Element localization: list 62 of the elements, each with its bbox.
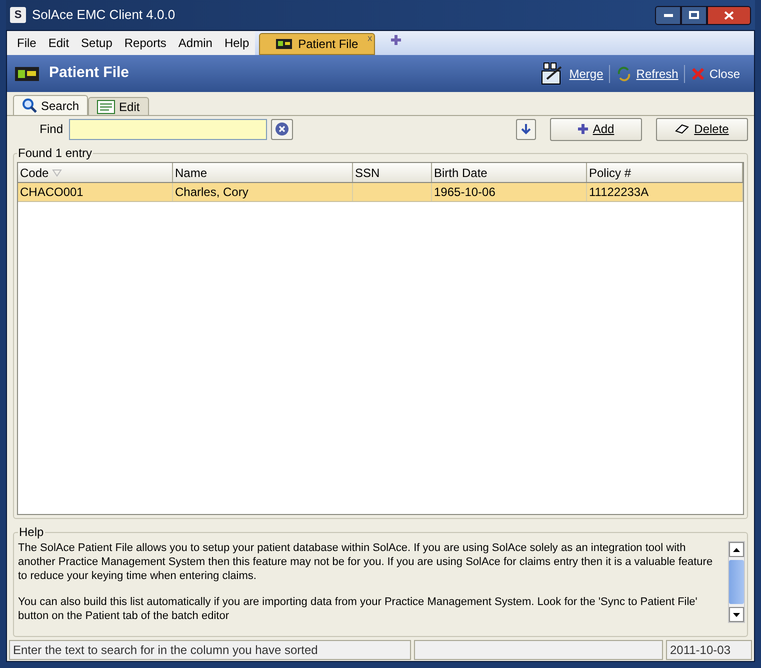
document-tab[interactable]: Patient File x: [259, 33, 376, 55]
eraser-icon: [675, 124, 690, 134]
tab[interactable]: Search: [13, 95, 88, 115]
arrow-down-icon: [521, 123, 531, 135]
form-icon: [97, 100, 116, 114]
header-title: Patient File: [49, 63, 130, 84]
help-paragraph: You can also build this list automatically if you are importing data from your Practice Management System. Look for the 'Sync to Patient File' button on the Patient tab of the batch editor: [18, 595, 698, 623]
scroll-up-button[interactable]: [729, 542, 744, 557]
table-row[interactable]: CHACO001 Charles, Cory 1965-10-06 11122233A: [18, 183, 743, 202]
find-field[interactable]: [69, 118, 267, 140]
card-icon: [276, 39, 292, 49]
menu-item[interactable]: Help: [218, 34, 256, 52]
close-button[interactable]: Close: [684, 64, 746, 82]
table-cell-text: 1965-10-06: [434, 184, 496, 201]
table-cell-text: Charles, Cory: [175, 184, 248, 201]
minimize-icon: [664, 14, 672, 16]
plus-icon[interactable]: [391, 35, 402, 45]
sort-icon: [52, 168, 62, 176]
minimize-button[interactable]: [655, 6, 681, 24]
menu-item[interactable]: Setup: [75, 34, 118, 52]
help-caption: Help: [18, 524, 45, 541]
column-header[interactable]: Birth Date: [432, 163, 587, 182]
menu-item[interactable]: File: [11, 34, 42, 52]
status-date: 2011-10-03: [666, 640, 752, 660]
clear-button[interactable]: [271, 118, 293, 140]
plus-icon: [578, 124, 588, 134]
merge-button[interactable]: Merge: [533, 60, 610, 86]
tab[interactable]: Edit: [88, 97, 149, 115]
clear-icon: [275, 122, 289, 136]
window-title: SolAce EMC Client 4.0.0: [32, 6, 176, 24]
close-icon: [724, 10, 734, 20]
find-label: Find: [38, 121, 64, 138]
column-header[interactable]: Code: [18, 163, 173, 182]
down-arrow-icon: [733, 612, 740, 616]
close-window-button[interactable]: [707, 6, 751, 24]
refresh-button[interactable]: Refresh: [609, 64, 684, 82]
table-cell-text: CHACO001: [20, 184, 84, 201]
delete-button[interactable]: Delete: [656, 118, 748, 140]
results-caption: Found 1 entry: [17, 145, 94, 162]
sort-down-button[interactable]: [516, 118, 536, 140]
close-icon: [691, 66, 706, 80]
document-tab-label: Patient File: [298, 36, 358, 53]
card-icon: [15, 66, 39, 80]
menu-item[interactable]: Reports: [118, 34, 172, 52]
column-header[interactable]: Policy #: [587, 163, 743, 182]
column-header[interactable]: SSN: [353, 163, 432, 182]
refresh-icon: [616, 66, 632, 82]
maximize-icon: [689, 11, 699, 19]
column-header[interactable]: Name: [173, 163, 353, 182]
scroll-down-button[interactable]: [729, 607, 744, 622]
tab-close[interactable]: x: [368, 32, 372, 46]
add-button[interactable]: Add: [550, 118, 642, 140]
search-icon: [22, 98, 37, 113]
help-paragraph: The SolAce Patient File allows you to setup your patient database within SolAce. If you are using SolAce solely as an integration tool with another Practice Management System then this feature may not be for you. If you are using SolAce for claims entry then it is a valuable feature to reduce your keying time when entering claims.: [18, 541, 714, 583]
menu-item[interactable]: Edit: [42, 34, 76, 52]
status-message: Enter the text to search for in the column you have sorted: [9, 640, 411, 660]
app-icon: S: [10, 7, 26, 23]
table-cell-text: 11122233A: [589, 184, 649, 201]
up-arrow-icon: [733, 548, 740, 552]
menu-item[interactable]: Admin: [172, 34, 218, 52]
maximize-button[interactable]: [681, 6, 707, 24]
scrollbar[interactable]: [728, 541, 745, 623]
